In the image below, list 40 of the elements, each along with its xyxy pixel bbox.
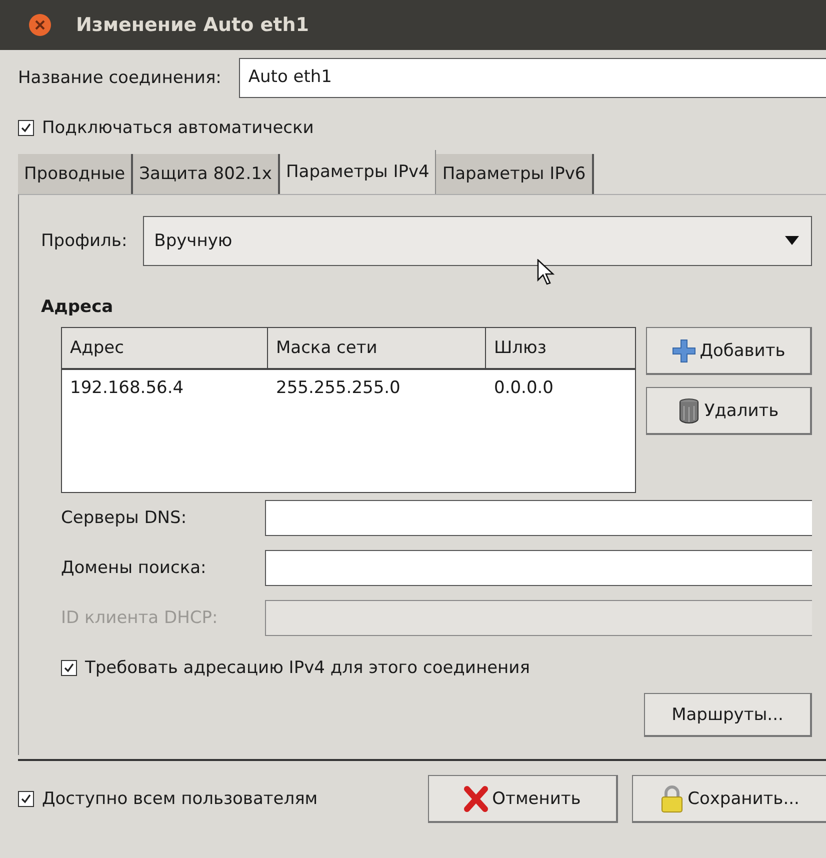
table-cell-text: 0.0.0.0 (493, 377, 554, 400)
cross-icon (464, 786, 488, 812)
delete-button[interactable]: Удалить (646, 387, 812, 435)
checkbox-icon[interactable] (18, 120, 34, 136)
tab[interactable]: Защита 802.1x (133, 154, 280, 194)
checkbox-icon[interactable] (18, 791, 34, 807)
plus-icon (672, 338, 696, 362)
cancel-button[interactable]: Отменить (428, 775, 618, 823)
dropdown-arrow-icon (785, 236, 799, 246)
tab[interactable]: Параметры IPv6 (436, 154, 594, 194)
field-label: Домены поиска: (61, 558, 208, 578)
require-ipv4-label: Требовать адресацию IPv4 для этого соединения (85, 658, 530, 678)
auto-connect-label: Подключаться автоматически (42, 118, 314, 138)
input-field[interactable] (265, 500, 812, 536)
input-field[interactable] (265, 550, 812, 586)
all-users-label: Доступно всем пользователям (42, 789, 318, 809)
checkbox-icon[interactable] (61, 660, 77, 676)
column-header[interactable]: Шлюз (486, 328, 635, 368)
add-button[interactable]: Добавить (646, 327, 812, 375)
window-title: Изменение Auto eth1 (76, 14, 310, 36)
field-label: ID клиента DHCP: (61, 608, 219, 628)
mouse-pointer-icon (537, 259, 555, 285)
input-field[interactable] (265, 600, 812, 636)
profile-dropdown[interactable]: Вручную (143, 216, 812, 266)
column-header[interactable]: Маска сети (268, 328, 486, 368)
connection-name-label: Название соединения: (18, 68, 222, 88)
field-label: Серверы DNS: (61, 508, 188, 528)
close-icon[interactable] (28, 13, 52, 37)
padlock-icon (660, 784, 684, 812)
connection-name-field[interactable]: Auto eth1 (239, 58, 826, 98)
auto-connect-checkbox[interactable]: Подключаться автоматически (18, 106, 826, 150)
routes-button[interactable]: Маршруты... (644, 693, 812, 737)
tab[interactable]: Проводные (18, 154, 134, 194)
profile-label: Профиль: (41, 231, 128, 251)
table-cell-text: 192.168.56.4 (69, 377, 185, 400)
trash-can-icon (678, 398, 700, 424)
save-button[interactable]: Сохранить... (632, 775, 826, 823)
table-cell-text: 255.255.255.0 (275, 377, 402, 400)
column-header[interactable]: Адрес (62, 328, 268, 368)
addresses-heading: Адреса (41, 297, 114, 317)
